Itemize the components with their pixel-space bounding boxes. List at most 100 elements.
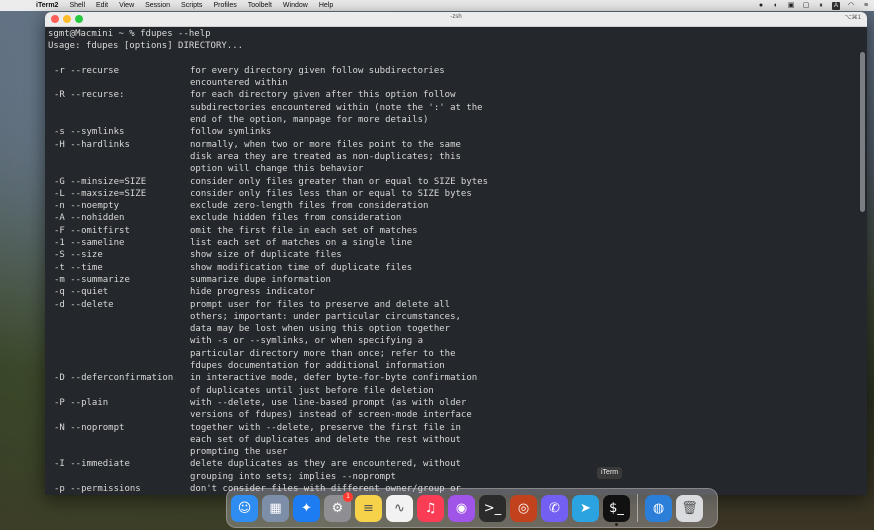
menu-view[interactable]: View bbox=[119, 2, 134, 9]
option-description: for each directory given after this opti… bbox=[190, 90, 456, 101]
viber-icon[interactable]: ✆ bbox=[541, 494, 568, 522]
pause-icon[interactable]: ⏸ bbox=[817, 2, 825, 10]
option-description: list each set of matches on a single lin… bbox=[190, 238, 413, 249]
activity-monitor-glyph: ∿ bbox=[394, 500, 405, 516]
option-description: others; important: under particular circ… bbox=[190, 311, 461, 322]
option-flag: -S --size bbox=[54, 250, 103, 261]
viber-glyph: ✆ bbox=[549, 500, 560, 516]
option-description: disk area they are treated as non-duplic… bbox=[190, 151, 461, 162]
option-row: versions of fdupes) instead of screen-mo… bbox=[48, 409, 857, 421]
option-flag: -D --deferconfirmation bbox=[54, 373, 174, 384]
menu-shell[interactable]: Shell bbox=[69, 2, 85, 9]
option-row: with -s or --symlinks, or when specifyin… bbox=[48, 335, 857, 347]
title-bar[interactable]: -zsh ⌥⌘1 bbox=[45, 12, 867, 27]
option-row: -F --omitfirst omit the first file in eac… bbox=[48, 225, 857, 237]
option-flag bbox=[48, 434, 190, 446]
a-input-icon[interactable]: A bbox=[832, 1, 840, 10]
menu-profiles[interactable]: Profiles bbox=[213, 2, 236, 9]
option-description: option will change this behavior bbox=[190, 164, 364, 175]
option-description: hide progress indicator bbox=[190, 287, 315, 298]
option-flag: -p --permissions bbox=[54, 483, 141, 494]
option-flag: -N --noprompt bbox=[54, 422, 125, 433]
option-description: with -s or --symlinks, or when specifyin… bbox=[190, 336, 423, 347]
option-description: subdirectories encountered within (note … bbox=[190, 102, 483, 113]
control-center-icon[interactable]: ≡ bbox=[862, 2, 870, 10]
option-row: -n --noempty exclude zero-length files fr… bbox=[48, 200, 857, 212]
dock-tooltip: iTerm bbox=[597, 467, 623, 479]
system-settings-icon[interactable]: ⚙ 1 bbox=[324, 491, 353, 522]
option-flag: -P --plain bbox=[54, 397, 109, 408]
option-description: data may be lost when using this option … bbox=[190, 324, 451, 335]
menu-toolbelt[interactable]: Toolbelt bbox=[248, 2, 272, 9]
option-description: each set of duplicates and delete the re… bbox=[190, 434, 461, 445]
window-title: -zsh bbox=[450, 14, 462, 20]
option-flag bbox=[48, 163, 190, 175]
option-row: -q --quiet hide progress indicator bbox=[48, 286, 857, 298]
menu-window[interactable]: Window bbox=[283, 2, 308, 9]
option-row: of duplicates until just before file del… bbox=[48, 385, 857, 397]
iterm-window: -zsh ⌥⌘1 sgmt@Macmini ~ % fdupes --help … bbox=[45, 12, 867, 495]
option-flag: -H --hardlinks bbox=[54, 139, 130, 150]
safari-glyph: ✦ bbox=[301, 500, 312, 516]
option-description: show modification time of duplicate file… bbox=[190, 262, 413, 273]
option-row: -L --maxsize=SIZE consider only files les… bbox=[48, 188, 857, 200]
option-row: data may be lost when using this option … bbox=[48, 323, 857, 335]
option-row: -P --plain with --delete, use line-based … bbox=[48, 397, 857, 409]
launchpad-glyph: ▦ bbox=[269, 500, 282, 516]
option-row: -A --nohidden exclude hidden files from c… bbox=[48, 212, 857, 224]
option-flag bbox=[48, 385, 190, 397]
telegram-glyph: ➤ bbox=[580, 500, 591, 516]
trash-icon[interactable]: 🗑 bbox=[676, 494, 703, 522]
option-description: follow symlinks bbox=[190, 127, 272, 138]
option-flag bbox=[48, 102, 190, 114]
music-icon[interactable]: ♫ bbox=[417, 494, 444, 522]
dock-separator bbox=[637, 494, 638, 522]
terminal-output[interactable]: sgmt@Macmini ~ % fdupes --help Usage: fd… bbox=[45, 27, 857, 495]
telegram-icon[interactable]: ➤ bbox=[572, 494, 599, 522]
option-row: encountered within bbox=[48, 77, 857, 89]
option-description: consider only files less than or equal t… bbox=[190, 188, 472, 199]
menu-session[interactable]: Session bbox=[145, 2, 170, 9]
menu-edit[interactable]: Edit bbox=[96, 2, 108, 9]
launchpad-icon[interactable]: ▦ bbox=[262, 494, 289, 522]
option-description: exclude zero-length files from considera… bbox=[190, 201, 429, 212]
option-description: exclude hidden files from consideration bbox=[190, 213, 402, 224]
option-row: -1 --sameline list each set of matches on… bbox=[48, 237, 857, 249]
wifi-icon[interactable]: ◠ bbox=[847, 2, 855, 10]
dock: ☺ ▦ ✦ ⚙ 1 ≡ ∿ ♫ ◉ >_ ◎ ✆ ➤ $_ ◍ 🗑 bbox=[226, 488, 718, 528]
menu-help[interactable]: Help bbox=[319, 2, 333, 9]
scrollbar[interactable] bbox=[860, 52, 865, 212]
option-flag: -d --delete bbox=[54, 299, 114, 310]
safari-icon[interactable]: ✦ bbox=[293, 494, 320, 522]
option-description: delete duplicates as they are encountere… bbox=[190, 459, 461, 470]
option-row: option will change this behavior bbox=[48, 163, 857, 175]
screenflow-icon[interactable]: ◎ bbox=[510, 494, 537, 522]
option-row: grouping into sets; implies --noprompt bbox=[48, 471, 857, 483]
display-icon[interactable]: ▢ bbox=[802, 2, 810, 10]
record-icon[interactable]: ● bbox=[757, 2, 765, 10]
downloads-globe-icon[interactable]: ◍ bbox=[645, 494, 672, 522]
screenflow-glyph: ◎ bbox=[517, 500, 530, 516]
option-flag: -1 --sameline bbox=[54, 238, 125, 249]
iterm-icon[interactable]: $_ bbox=[603, 494, 630, 526]
option-row: prompting the user bbox=[48, 446, 857, 458]
option-flag: -n --noempty bbox=[54, 201, 120, 212]
activity-monitor-icon[interactable]: ∿ bbox=[386, 494, 413, 522]
option-flag: -r --recurse bbox=[54, 65, 120, 76]
podcasts-icon[interactable]: ◉ bbox=[448, 494, 475, 522]
option-description: summarize dupe information bbox=[190, 274, 331, 285]
terminal-icon[interactable]: >_ bbox=[479, 494, 506, 522]
option-description: encountered within bbox=[190, 78, 288, 89]
running-indicator bbox=[615, 522, 618, 526]
option-row: -S --size show size of duplicate files bbox=[48, 249, 857, 261]
notes-icon[interactable]: ≡ bbox=[355, 494, 382, 522]
menu-app-name[interactable]: iTerm2 bbox=[36, 2, 58, 9]
menu-scripts[interactable]: Scripts bbox=[181, 2, 202, 9]
option-description: normally, when two or more files point t… bbox=[190, 139, 461, 150]
option-flag: -L --maxsize=SIZE bbox=[54, 188, 147, 199]
option-row: -H --hardlinks normally, when two or more… bbox=[48, 139, 857, 151]
app-icon[interactable]: ◐ bbox=[772, 2, 780, 10]
finder-icon[interactable]: ☺ bbox=[231, 494, 258, 522]
option-flag: -F --omitfirst bbox=[54, 225, 130, 236]
lock-icon[interactable]: ▣ bbox=[787, 2, 795, 10]
